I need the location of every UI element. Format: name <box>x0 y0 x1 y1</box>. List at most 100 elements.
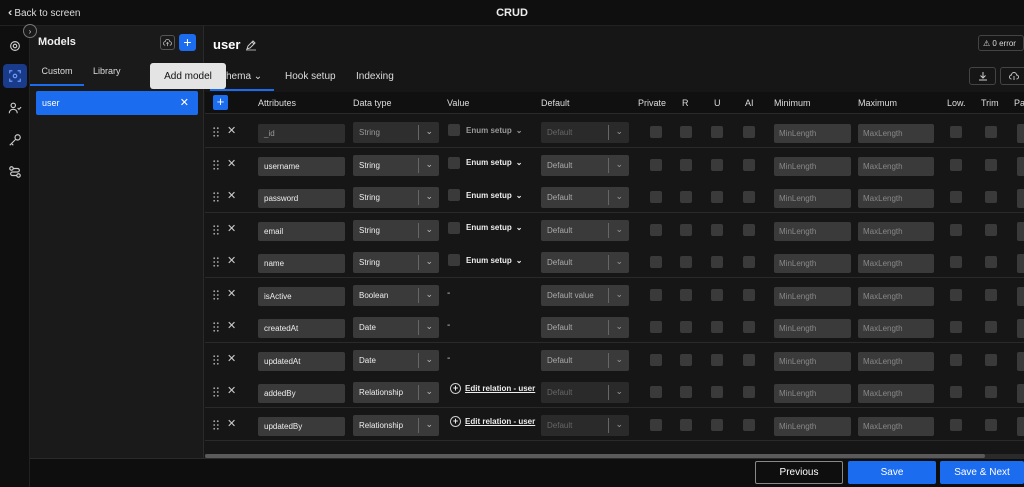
data-type-select[interactable]: String ⌄ <box>353 219 439 241</box>
min-length-input[interactable]: MinLength <box>774 156 851 176</box>
model-item-user[interactable]: user ✕ <box>36 91 198 115</box>
key-icon[interactable] <box>3 128 27 152</box>
attribute-name-input[interactable]: updatedBy <box>258 416 345 436</box>
option-checkbox[interactable] <box>950 288 962 301</box>
delete-icon[interactable]: ✕ <box>227 352 236 365</box>
max-length-input[interactable]: MaxLength <box>858 221 934 241</box>
option-checkbox[interactable] <box>680 321 692 333</box>
option-checkbox[interactable] <box>985 288 997 301</box>
data-type-select[interactable]: String ⌄ <box>353 154 439 176</box>
option-checkbox[interactable] <box>711 288 723 301</box>
collapse-panel-button[interactable]: › <box>23 24 37 38</box>
option-checkbox[interactable] <box>680 191 692 203</box>
option-checkbox[interactable] <box>680 158 692 171</box>
models-icon[interactable] <box>3 64 27 88</box>
enum-checkbox[interactable] <box>448 254 460 266</box>
drag-handle-icon[interactable] <box>213 419 219 430</box>
option-checkbox[interactable] <box>650 288 662 301</box>
edit-relation-link[interactable]: + Edit relation - user <box>450 415 535 427</box>
default-select[interactable]: Default ⌄ <box>541 122 629 143</box>
option-checkbox[interactable] <box>711 386 723 398</box>
extra-column-input[interactable] <box>1017 189 1024 208</box>
max-length-input[interactable]: MaxLength <box>858 416 934 436</box>
option-checkbox[interactable] <box>680 126 692 138</box>
extra-column-input[interactable] <box>1017 384 1024 403</box>
delete-icon[interactable]: ✕ <box>227 222 236 235</box>
attribute-name-input[interactable]: createdAt <box>258 319 345 338</box>
extra-column-input[interactable] <box>1017 156 1024 176</box>
option-checkbox[interactable] <box>985 158 997 171</box>
min-length-input[interactable]: MinLength <box>774 351 851 371</box>
option-checkbox[interactable] <box>650 321 662 333</box>
option-checkbox[interactable] <box>711 256 723 268</box>
option-checkbox[interactable] <box>950 386 962 398</box>
tab-library[interactable]: Library <box>93 66 121 76</box>
delete-icon[interactable]: ✕ <box>227 254 236 267</box>
users-icon[interactable] <box>3 96 27 120</box>
option-checkbox[interactable] <box>680 223 692 236</box>
drag-handle-icon[interactable] <box>213 387 219 397</box>
enum-setup-control[interactable]: Enum setup ⌄ <box>448 189 522 201</box>
option-checkbox[interactable] <box>985 353 997 366</box>
max-length-input[interactable]: MaxLength <box>858 189 934 208</box>
default-select[interactable]: Default ⌄ <box>541 414 629 436</box>
option-checkbox[interactable] <box>950 256 962 268</box>
data-type-select[interactable]: String ⌄ <box>353 252 439 273</box>
min-length-input[interactable]: MinLength <box>774 286 851 306</box>
edit-icon[interactable] <box>245 39 257 51</box>
settings-cog-icon[interactable] <box>3 34 27 58</box>
default-select[interactable]: Default ⌄ <box>541 349 629 371</box>
drag-handle-icon[interactable] <box>213 192 219 202</box>
option-checkbox[interactable] <box>711 191 723 203</box>
extra-column-input[interactable] <box>1017 124 1024 143</box>
save-and-next-button[interactable]: Save & Next <box>940 461 1024 484</box>
min-length-input[interactable]: MinLength <box>774 416 851 436</box>
option-checkbox[interactable] <box>743 126 755 138</box>
option-checkbox[interactable] <box>743 321 755 333</box>
option-checkbox[interactable] <box>743 353 755 366</box>
max-length-input[interactable]: MaxLength <box>858 319 934 338</box>
option-checkbox[interactable] <box>950 191 962 203</box>
option-checkbox[interactable] <box>711 353 723 366</box>
attribute-name-input[interactable]: _id <box>258 124 345 143</box>
default-select[interactable]: Default ⌄ <box>541 187 629 208</box>
drag-handle-icon[interactable] <box>213 257 219 267</box>
min-length-input[interactable]: MinLength <box>774 124 851 143</box>
option-checkbox[interactable] <box>743 191 755 203</box>
option-checkbox[interactable] <box>950 353 962 366</box>
option-checkbox[interactable] <box>743 158 755 171</box>
max-length-input[interactable]: MaxLength <box>858 124 934 143</box>
default-select[interactable]: Default ⌄ <box>541 154 629 176</box>
min-length-input[interactable]: MinLength <box>774 189 851 208</box>
drag-handle-icon[interactable] <box>213 127 219 137</box>
download-button[interactable] <box>969 67 996 85</box>
max-length-input[interactable]: MaxLength <box>858 286 934 306</box>
data-type-select[interactable]: String ⌄ <box>353 187 439 208</box>
option-checkbox[interactable] <box>985 321 997 333</box>
option-checkbox[interactable] <box>950 321 962 333</box>
edit-relation-link[interactable]: + Edit relation - user <box>450 383 535 394</box>
delete-icon[interactable]: ✕ <box>227 384 236 397</box>
drag-handle-icon[interactable] <box>213 322 219 332</box>
option-checkbox[interactable] <box>985 223 997 236</box>
enum-setup-control[interactable]: Enum setup ⌄ <box>448 156 522 169</box>
option-checkbox[interactable] <box>650 223 662 236</box>
option-checkbox[interactable] <box>711 223 723 236</box>
enum-checkbox[interactable] <box>448 221 460 234</box>
cloud-sync-button[interactable] <box>1000 67 1024 85</box>
extra-column-input[interactable] <box>1017 351 1024 371</box>
option-checkbox[interactable] <box>650 191 662 203</box>
delete-icon[interactable]: ✕ <box>227 157 236 170</box>
drag-handle-icon[interactable] <box>213 159 219 170</box>
close-icon[interactable]: ✕ <box>180 96 189 109</box>
min-length-input[interactable]: MinLength <box>774 221 851 241</box>
max-length-input[interactable]: MaxLength <box>858 351 934 371</box>
option-checkbox[interactable] <box>650 386 662 398</box>
option-checkbox[interactable] <box>743 288 755 301</box>
option-checkbox[interactable] <box>680 353 692 366</box>
data-type-select[interactable]: Boolean ⌄ <box>353 284 439 306</box>
attribute-name-input[interactable]: email <box>258 221 345 241</box>
enum-setup-control[interactable]: Enum setup ⌄ <box>448 124 522 136</box>
delete-icon[interactable]: ✕ <box>227 124 236 137</box>
extra-column-input[interactable] <box>1017 221 1024 241</box>
